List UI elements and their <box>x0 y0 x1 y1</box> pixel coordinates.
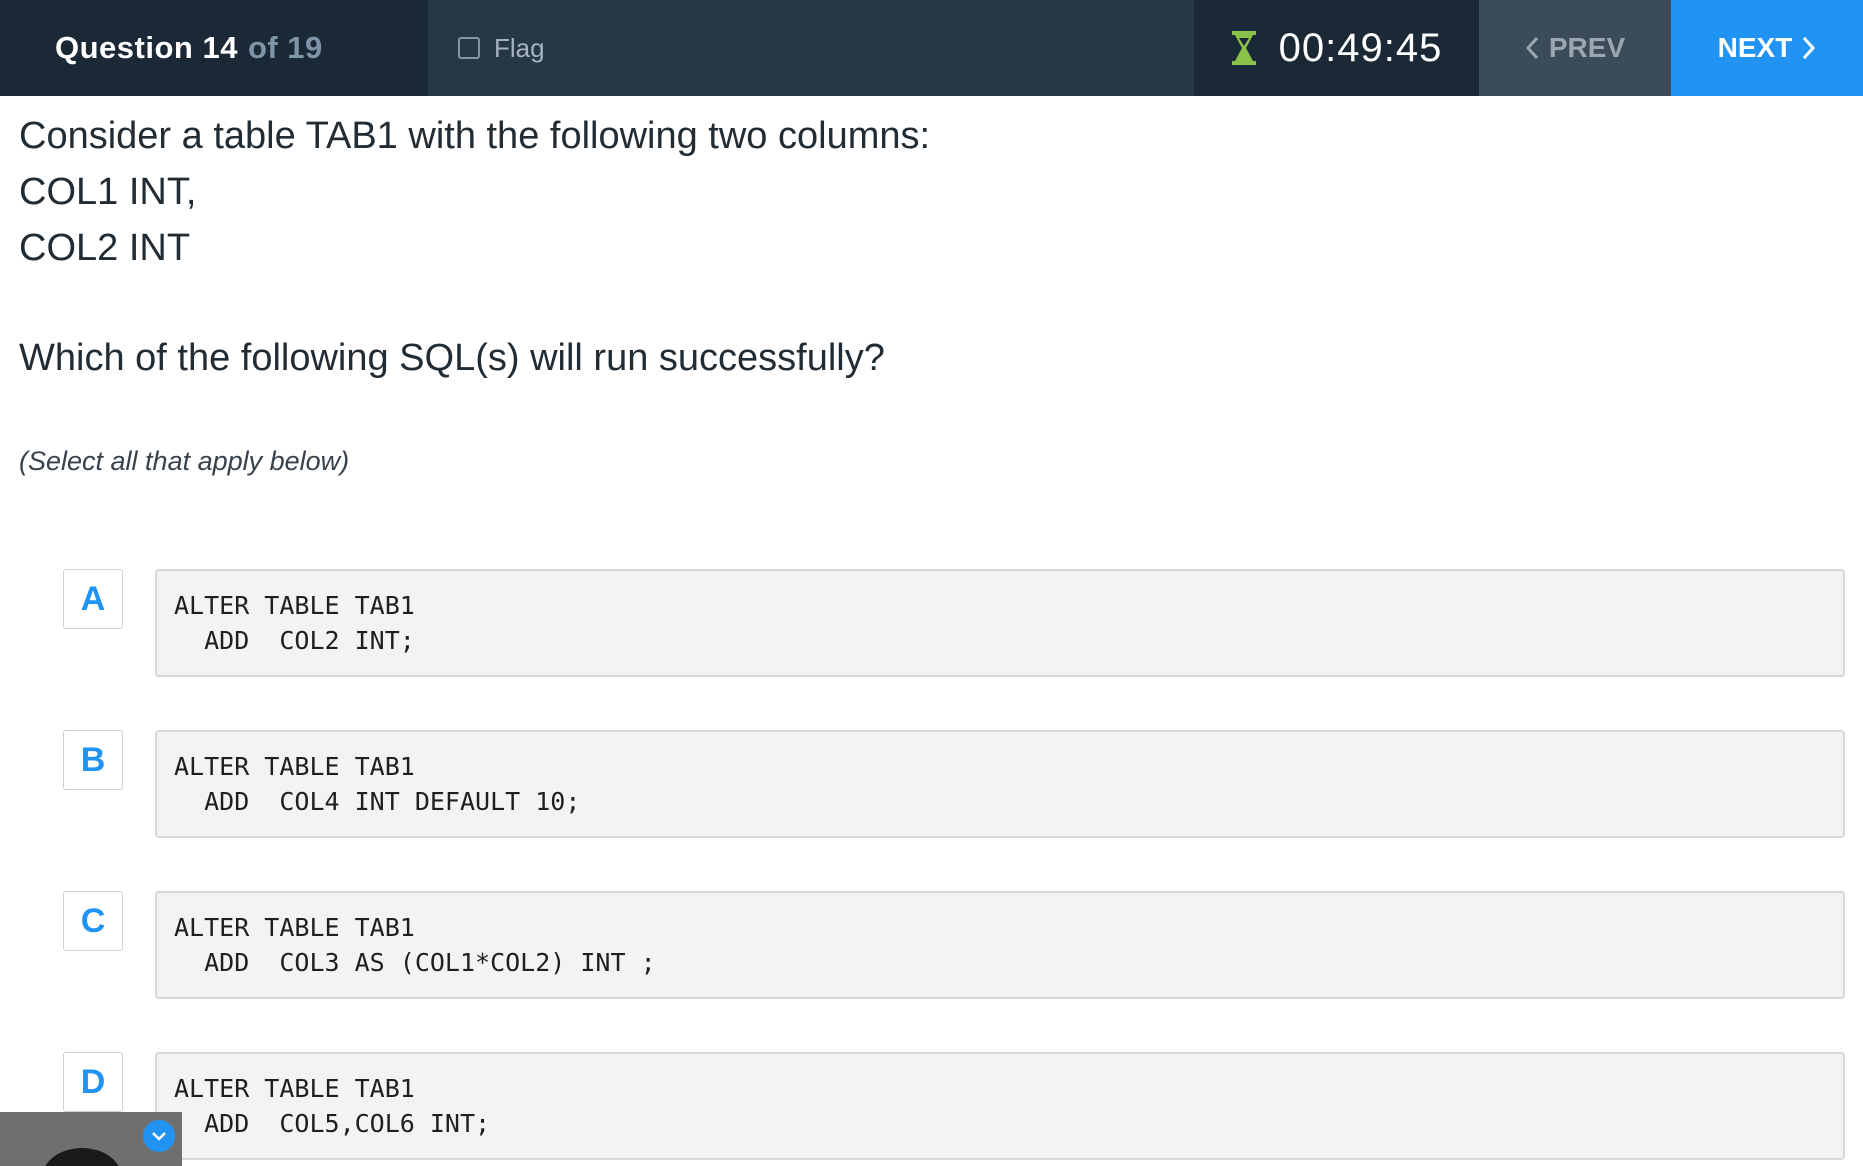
code-line: ALTER TABLE TAB1 <box>174 1074 415 1103</box>
question-total: of 19 <box>247 30 323 65</box>
answer-option-d[interactable]: D ALTER TABLE TAB1 ADD COL5,COL6 INT; <box>63 1052 1845 1162</box>
code-line: ADD COL5,COL6 INT; <box>174 1109 491 1138</box>
answer-option-b[interactable]: B ALTER TABLE TAB1 ADD COL4 INT DEFAULT … <box>63 730 1845 840</box>
webcam-preview <box>0 1112 182 1166</box>
answer-option-a[interactable]: A ALTER TABLE TAB1 ADD COL2 INT; <box>63 569 1845 679</box>
chevron-down-icon[interactable] <box>143 1120 175 1152</box>
question-number: Question 14 <box>55 30 238 65</box>
question-text-line: COL1 INT, <box>19 171 197 213</box>
flag-checkbox[interactable] <box>458 37 480 59</box>
option-letter-c[interactable]: C <box>63 891 123 951</box>
question-text-line: COL2 INT <box>19 227 191 269</box>
hourglass-icon <box>1231 30 1257 66</box>
option-code-d[interactable]: ALTER TABLE TAB1 ADD COL5,COL6 INT; <box>155 1052 1845 1160</box>
countdown-timer: 00:49:45 <box>1278 25 1443 70</box>
option-letter-b[interactable]: B <box>63 730 123 790</box>
question-counter: Question 14 of 19 <box>0 0 428 96</box>
answer-option-c[interactable]: C ALTER TABLE TAB1 ADD COL3 AS (COL1*COL… <box>63 891 1845 1001</box>
top-bar: Question 14 of 19 Flag 00:49:45 PREV NEX… <box>0 0 1863 96</box>
question-body: Consider a table TAB1 with the following… <box>19 108 1839 477</box>
code-line: ALTER TABLE TAB1 <box>174 752 415 781</box>
selection-instruction: (Select all that apply below) <box>19 446 350 476</box>
question-text-line: Consider a table TAB1 with the following… <box>19 115 931 157</box>
prev-label: PREV <box>1548 32 1626 63</box>
chevron-right-icon <box>1802 36 1816 60</box>
prev-button[interactable]: PREV <box>1479 0 1671 96</box>
timer-area: 00:49:45 <box>1194 0 1479 96</box>
chevron-left-icon <box>1525 36 1539 60</box>
code-line: ADD COL3 AS (COL1*COL2) INT ; <box>174 948 656 977</box>
option-letter-a[interactable]: A <box>63 569 123 629</box>
option-code-a[interactable]: ALTER TABLE TAB1 ADD COL2 INT; <box>155 569 1845 677</box>
code-line: ADD COL4 INT DEFAULT 10; <box>174 787 581 816</box>
question-prompt: Which of the following SQL(s) will run s… <box>19 337 885 379</box>
flag-area: Flag <box>428 0 1194 96</box>
next-label: NEXT <box>1717 32 1793 63</box>
code-line: ADD COL2 INT; <box>174 626 415 655</box>
flag-label[interactable]: Flag <box>494 33 545 64</box>
code-line: ALTER TABLE TAB1 <box>174 913 415 942</box>
next-button[interactable]: NEXT <box>1671 0 1863 96</box>
option-code-c[interactable]: ALTER TABLE TAB1 ADD COL3 AS (COL1*COL2)… <box>155 891 1845 999</box>
code-line: ALTER TABLE TAB1 <box>174 591 415 620</box>
webcam-person <box>42 1148 122 1166</box>
option-letter-d[interactable]: D <box>63 1052 123 1112</box>
option-code-b[interactable]: ALTER TABLE TAB1 ADD COL4 INT DEFAULT 10… <box>155 730 1845 838</box>
